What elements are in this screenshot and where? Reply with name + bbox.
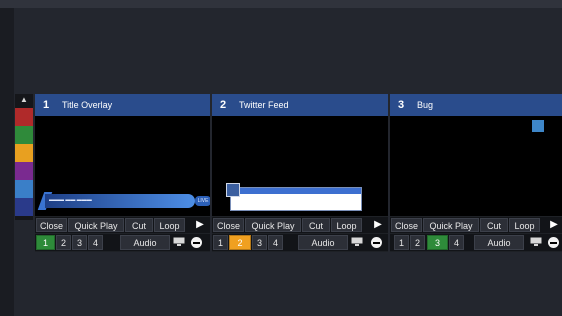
cut-button[interactable]: Cut [302, 218, 330, 232]
loop-button[interactable]: Loop [331, 218, 362, 232]
play-icon[interactable]: ▶ [372, 218, 384, 232]
quick-play-button[interactable]: Quick Play [68, 218, 124, 232]
input-title: Twitter Feed [239, 100, 289, 110]
twitter-box-header [231, 188, 361, 194]
quick-play-button[interactable]: Quick Play [245, 218, 301, 232]
overlay-2-button[interactable]: 2 [229, 235, 251, 250]
input-preview[interactable] [212, 116, 388, 216]
input-preview[interactable] [390, 116, 562, 216]
collapse-arrow-icon[interactable]: ▲ [15, 94, 33, 108]
loop-button[interactable]: Loop [154, 218, 185, 232]
input-number: 2 [220, 99, 227, 111]
input-panel-bug: 3 Bug Close Quick Play Cut Loop ▶ 1 2 3 … [390, 94, 562, 252]
bug-logo-graphic [532, 120, 560, 134]
overlay-1-button[interactable]: 1 [36, 235, 55, 250]
close-button[interactable]: Close [36, 218, 67, 232]
remove-icon[interactable] [548, 237, 559, 248]
input-panel-twitter-feed: 2 Twitter Feed Close Quick Play Cut Loop… [212, 94, 388, 252]
remove-icon[interactable] [191, 237, 202, 248]
overlay-row: 1 2 3 4 Audio [390, 234, 562, 251]
input-header[interactable]: 3 Bug [390, 94, 562, 117]
color-swatch-purple[interactable] [15, 162, 33, 180]
color-swatch-blue[interactable] [15, 180, 33, 198]
overlay-1-button[interactable]: 1 [394, 235, 409, 250]
remove-icon[interactable] [371, 237, 382, 248]
overlay-row: 1 2 3 4 Audio [212, 234, 388, 251]
monitor-icon[interactable] [351, 237, 363, 246]
overlay-2-button[interactable]: 2 [56, 235, 71, 250]
loop-button[interactable]: Loop [509, 218, 540, 232]
color-swatch-red[interactable] [15, 108, 33, 126]
overlay-4-button[interactable]: 4 [268, 235, 283, 250]
input-number: 3 [398, 99, 405, 111]
overlay-1-button[interactable]: 1 [213, 235, 228, 250]
color-tag-bar: ▲ [15, 94, 33, 220]
play-icon[interactable]: ▶ [194, 218, 206, 232]
cut-button[interactable]: Cut [480, 218, 508, 232]
bug-logo-icon [532, 120, 544, 132]
input-panel-title-overlay: 1 Title Overlay ▬▬▬ ▬▬ ▬▬▬ LIVE Close Qu… [35, 94, 210, 252]
close-button[interactable]: Close [391, 218, 422, 232]
overlay-3-button[interactable]: 3 [72, 235, 87, 250]
input-header[interactable]: 2 Twitter Feed [212, 94, 388, 117]
twitter-box-graphic [230, 187, 362, 211]
cut-button[interactable]: Cut [125, 218, 153, 232]
input-controls: Close Quick Play Cut Loop ▶ [390, 217, 562, 233]
input-header[interactable]: 1 Title Overlay [35, 94, 210, 117]
input-preview[interactable]: ▬▬▬ ▬▬ ▬▬▬ LIVE [35, 116, 210, 216]
input-controls: Close Quick Play Cut Loop ▶ [35, 217, 210, 233]
audio-button[interactable]: Audio [298, 235, 348, 250]
left-strip [0, 8, 14, 316]
overlay-3-button[interactable]: 3 [427, 235, 448, 250]
color-swatch-orange[interactable] [15, 144, 33, 162]
overlay-row: 1 2 3 4 Audio [35, 234, 210, 251]
audio-button[interactable]: Audio [120, 235, 170, 250]
overlay-4-button[interactable]: 4 [449, 235, 464, 250]
lower-third-live-tag: LIVE [195, 196, 210, 206]
overlay-3-button[interactable]: 3 [252, 235, 267, 250]
overlay-2-button[interactable]: 2 [410, 235, 425, 250]
color-swatch-navy[interactable] [15, 198, 33, 216]
quick-play-button[interactable]: Quick Play [423, 218, 479, 232]
input-title: Bug [417, 100, 434, 110]
play-icon[interactable]: ▶ [548, 218, 560, 232]
lower-third-text: ▬▬▬ ▬▬ ▬▬▬ [49, 197, 92, 203]
monitor-icon[interactable] [173, 237, 185, 246]
input-controls: Close Quick Play Cut Loop ▶ [212, 217, 388, 233]
monitor-icon[interactable] [530, 237, 542, 246]
overlay-4-button[interactable]: 4 [88, 235, 103, 250]
close-button[interactable]: Close [213, 218, 244, 232]
input-title: Title Overlay [62, 100, 113, 110]
twitter-avatar [226, 183, 240, 197]
audio-button[interactable]: Audio [474, 235, 524, 250]
top-bar [0, 0, 562, 8]
input-number: 1 [43, 99, 50, 111]
color-swatch-green[interactable] [15, 126, 33, 144]
